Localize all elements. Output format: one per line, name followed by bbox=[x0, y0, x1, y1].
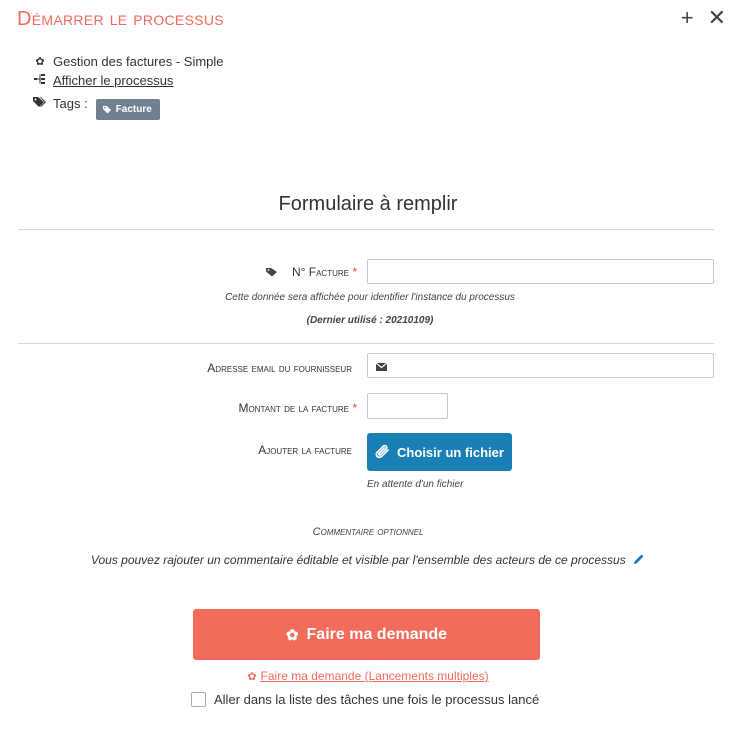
gear-icon: ✿ bbox=[35, 56, 45, 68]
tags-label: Tags : bbox=[53, 96, 88, 111]
process-name-row: ✿ Gestion des factures - Simple bbox=[33, 52, 224, 71]
view-process-link[interactable]: Afficher le processus bbox=[53, 73, 173, 88]
multi-submit-link[interactable]: Faire ma demande (Lancements multiples) bbox=[261, 669, 489, 683]
tag-icon bbox=[102, 105, 111, 114]
invoice-number-label: N° Facture bbox=[291, 265, 349, 279]
invoice-amount-input[interactable] bbox=[367, 393, 448, 419]
view-process-row: Afficher le processus bbox=[33, 71, 224, 90]
supplier-email-field[interactable] bbox=[367, 353, 714, 378]
required-marker: * bbox=[352, 401, 357, 415]
form-title: Formulaire à remplir bbox=[278, 193, 458, 215]
tags-row: Tags : Facture bbox=[33, 96, 224, 124]
invoice-number-input[interactable] bbox=[367, 259, 714, 284]
process-name: Gestion des factures - Simple bbox=[53, 54, 224, 69]
close-icon[interactable]: ✕ bbox=[708, 6, 726, 30]
comment-label: Commentaire optionnel bbox=[312, 526, 424, 538]
plus-icon[interactable]: + bbox=[681, 6, 694, 30]
goto-tasks-row: Aller dans la liste des tâches une fois … bbox=[191, 692, 539, 707]
submit-label: Faire ma demande bbox=[306, 625, 448, 643]
goto-tasks-label: Aller dans la liste des tâches une fois … bbox=[214, 692, 540, 707]
invoice-number-help: Cette donnée sera affichée pour identifi… bbox=[225, 292, 515, 303]
tags-icon bbox=[33, 96, 47, 111]
required-marker: * bbox=[352, 265, 357, 279]
pencil-icon[interactable] bbox=[633, 553, 645, 565]
envelope-icon bbox=[376, 363, 387, 371]
file-status: En attente d'un fichier bbox=[367, 479, 464, 490]
invoice-amount-label-row: Montant de la facture * bbox=[150, 401, 357, 415]
sitemap-icon bbox=[33, 73, 47, 88]
invoice-amount-label: Montant de la facture bbox=[238, 401, 349, 415]
choose-file-button[interactable]: Choisir un fichier bbox=[367, 433, 512, 471]
paperclip-icon bbox=[375, 445, 389, 459]
invoice-number-last-used: (Dernier utilisé : 20210109) bbox=[306, 315, 434, 326]
goto-tasks-checkbox[interactable] bbox=[191, 692, 206, 707]
submit-button[interactable]: ✿ Faire ma demande bbox=[193, 609, 540, 660]
gear-icon: ✿ bbox=[285, 626, 299, 644]
divider bbox=[18, 343, 714, 344]
supplier-email-label: Adresse email du fournisseur bbox=[207, 361, 352, 375]
tag-badge[interactable]: Facture bbox=[95, 99, 160, 120]
invoice-number-label-row: N° Facture * bbox=[150, 265, 357, 279]
process-meta: ✿ Gestion des factures - Simple Afficher… bbox=[33, 52, 224, 124]
tag-icon bbox=[265, 268, 277, 277]
modal-title: Démarrer le processus bbox=[17, 8, 224, 30]
modal-actions: + ✕ bbox=[681, 6, 726, 30]
gears-icon: ✿ bbox=[247, 671, 257, 683]
tag-label: Facture bbox=[115, 104, 152, 115]
divider bbox=[18, 229, 714, 230]
comment-text: Vous pouvez rajouter un commentaire édit… bbox=[90, 553, 626, 567]
comment-hint[interactable]: Vous pouvez rajouter un commentaire édit… bbox=[0, 553, 736, 567]
invoice-file-label: Ajouter la facture bbox=[258, 443, 352, 457]
choose-file-label: Choisir un fichier bbox=[397, 444, 504, 460]
multi-submit-row: ✿ Faire ma demande (Lancements multiples) bbox=[0, 669, 736, 683]
